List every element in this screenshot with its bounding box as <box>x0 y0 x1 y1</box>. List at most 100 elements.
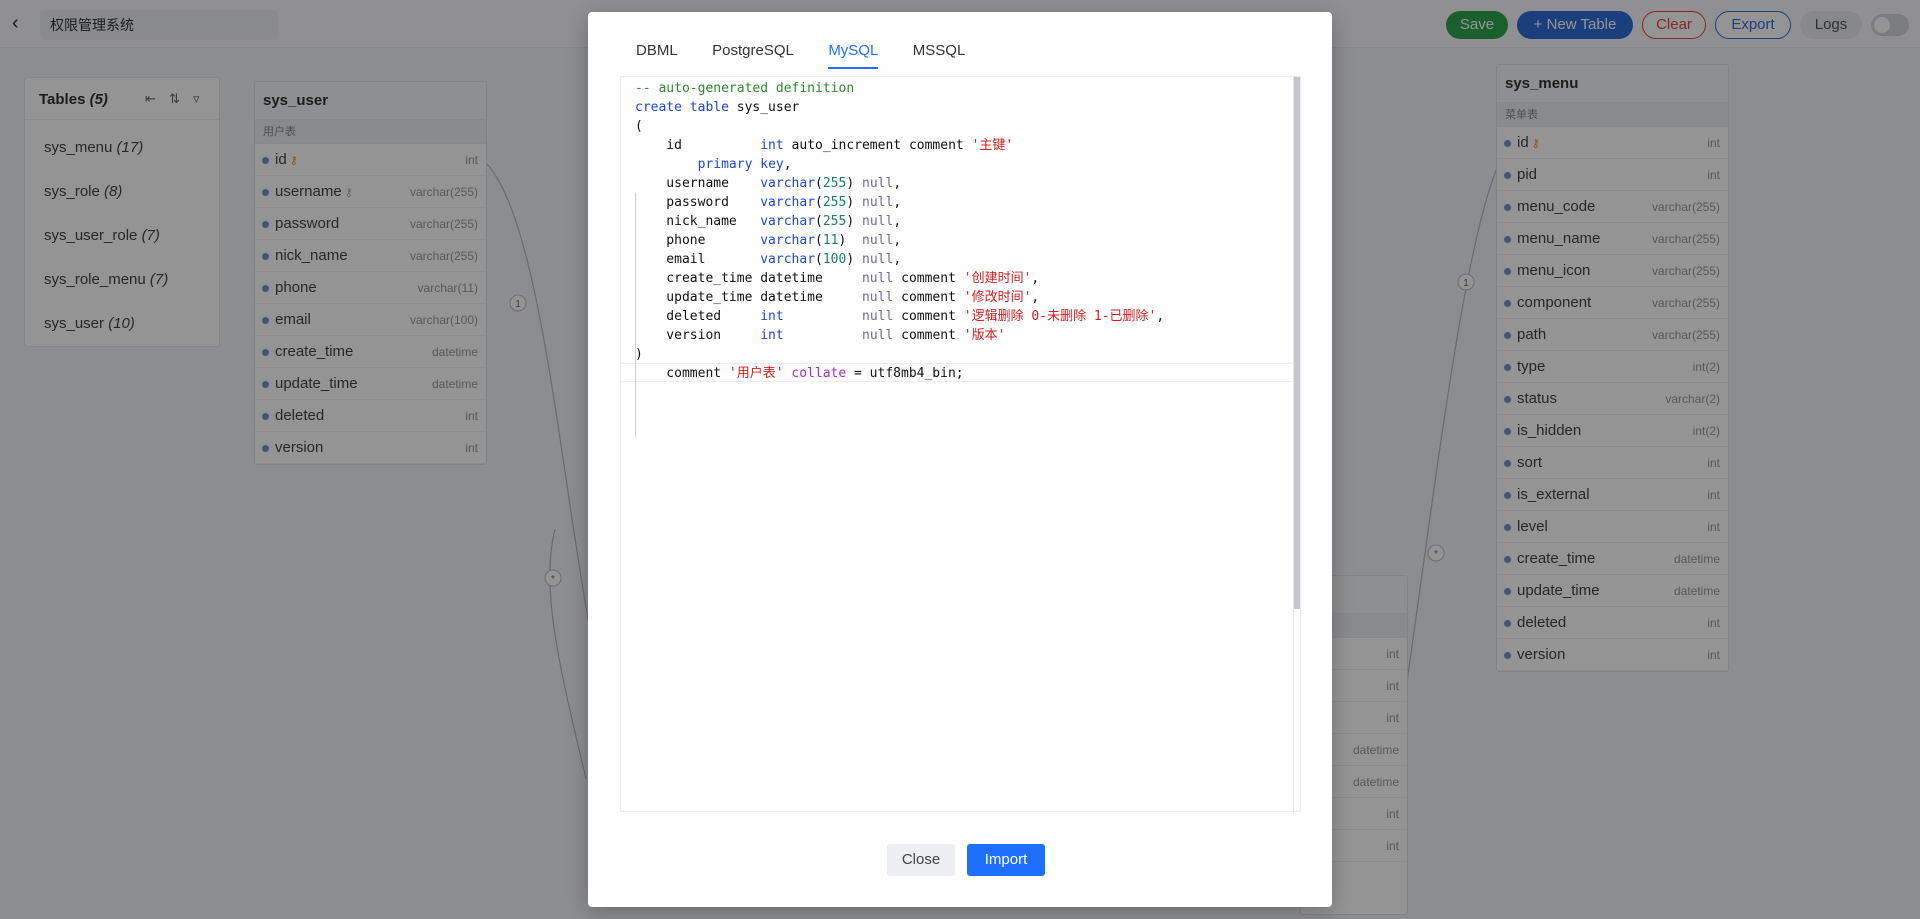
code-token: null <box>862 176 894 191</box>
code-token: id <box>635 138 761 153</box>
code-line: comment '用户表' collate = utf8mb4_bin; <box>635 364 1164 383</box>
code-line: create_time datetime null comment '创建时间'… <box>635 269 1164 288</box>
code-token: , <box>893 176 902 191</box>
code-token: collate <box>791 366 847 381</box>
code-token: , <box>1031 290 1040 305</box>
code-token: ( <box>815 252 823 267</box>
code-token: '主键' <box>971 138 1014 153</box>
code-token: , <box>893 195 902 210</box>
code-token: null <box>861 271 894 286</box>
code-token: username <box>635 176 761 191</box>
code-line: id int auto_increment comment '主键' <box>635 136 1164 155</box>
code-token: ) <box>846 195 862 210</box>
code-token: deleted <box>635 309 761 324</box>
code-token: 255 <box>822 195 847 210</box>
code-token: phone <box>635 233 761 248</box>
code-line: username varchar(255) null, <box>635 174 1164 193</box>
import-button[interactable]: Import <box>967 844 1045 876</box>
tab-mysql[interactable]: MySQL <box>828 42 879 69</box>
code-token: null <box>862 328 894 343</box>
code-token: varchar <box>760 195 816 210</box>
code-token: 255 <box>822 176 847 191</box>
close-button[interactable]: Close <box>887 844 955 876</box>
code-token: comment <box>893 271 964 286</box>
sql-code[interactable]: -- auto-generated definition create table… <box>635 79 1164 383</box>
code-token: null <box>862 195 894 210</box>
code-token: auto_increment comment <box>783 138 972 153</box>
modal-overlay[interactable]: DBML PostgreSQL MySQL MSSQL -- auto-gene… <box>0 0 1920 919</box>
code-token: '创建时间' <box>963 271 1032 286</box>
code-line: nick_name varchar(255) null, <box>635 212 1164 231</box>
code-token: varchar <box>760 214 816 229</box>
code-token: varchar <box>760 233 816 248</box>
code-token: , <box>783 157 792 172</box>
code-token: int <box>760 328 784 343</box>
tab-postgresql[interactable]: PostgreSQL <box>712 42 794 67</box>
tab-dbml[interactable]: DBML <box>636 42 678 67</box>
code-token: ) <box>846 214 862 229</box>
code-token: , <box>1031 271 1040 286</box>
code-token: nick_name <box>635 214 761 229</box>
code-token: varchar <box>760 252 816 267</box>
code-token: , <box>1156 309 1165 324</box>
code-token: 255 <box>822 214 847 229</box>
code-token: comment <box>635 366 729 381</box>
code-token: ( <box>815 233 823 248</box>
code-token: null <box>861 290 894 305</box>
code-token: '逻辑删除 0-未删除 1-已删除' <box>963 309 1157 324</box>
code-token: null <box>862 252 894 267</box>
code-token: comment <box>893 309 964 324</box>
code-token: create_time datetime <box>635 271 862 286</box>
code-token: ) <box>846 176 862 191</box>
code-token: password <box>635 195 761 210</box>
code-line: email varchar(100) null, <box>635 250 1164 269</box>
code-line: deleted int null comment '逻辑删除 0-未删除 1-已… <box>635 307 1164 326</box>
code-token: varchar <box>760 176 816 191</box>
code-token: ( <box>815 214 823 229</box>
code-token: '修改时间' <box>963 290 1032 305</box>
code-line: phone varchar(11) null, <box>635 231 1164 250</box>
sql-code-editor[interactable]: -- auto-generated definition create table… <box>620 76 1301 813</box>
code-line: update_time datetime null comment '修改时间'… <box>635 288 1164 307</box>
code-token: int <box>760 309 784 324</box>
dialect-tabs: DBML PostgreSQL MySQL MSSQL <box>636 42 995 76</box>
code-token: '版本' <box>963 328 1006 343</box>
code-token: sys_user <box>736 100 800 115</box>
code-token: create table <box>635 100 737 115</box>
code-line: ( <box>635 117 1164 136</box>
code-token: comment <box>893 328 964 343</box>
code-token: '用户表' <box>728 366 784 381</box>
code-token: primary key <box>697 157 784 172</box>
code-token: ( <box>635 119 643 134</box>
code-token: null <box>862 214 894 229</box>
code-token: ) <box>838 233 862 248</box>
code-token: = utf8mb4_bin; <box>846 366 964 381</box>
tab-mssql[interactable]: MSSQL <box>913 42 966 67</box>
code-token: null <box>862 233 894 248</box>
code-token: , <box>893 214 902 229</box>
code-token: update_time datetime <box>635 290 862 305</box>
export-sql-dialog: DBML PostgreSQL MySQL MSSQL -- auto-gene… <box>588 12 1332 907</box>
code-token: comment <box>893 290 964 305</box>
code-token: , <box>893 233 902 248</box>
code-line: create table sys_user <box>635 98 1164 117</box>
editor-scrollbar[interactable] <box>1294 77 1300 609</box>
code-token: ( <box>815 176 823 191</box>
code-token: version <box>635 328 761 343</box>
code-token: null <box>862 309 894 324</box>
code-token: 100 <box>822 252 847 267</box>
code-line: primary key, <box>635 155 1164 174</box>
code-token: ( <box>815 195 823 210</box>
code-token: 11 <box>822 233 839 248</box>
code-token: -- auto-generated definition <box>635 81 855 96</box>
code-token: email <box>635 252 761 267</box>
code-line: ) <box>635 345 1164 364</box>
code-token: int <box>760 138 784 153</box>
code-token: ) <box>635 347 643 362</box>
code-token: ) <box>846 252 862 267</box>
code-line: version int null comment '版本' <box>635 326 1164 345</box>
code-line: -- auto-generated definition <box>635 79 1164 98</box>
